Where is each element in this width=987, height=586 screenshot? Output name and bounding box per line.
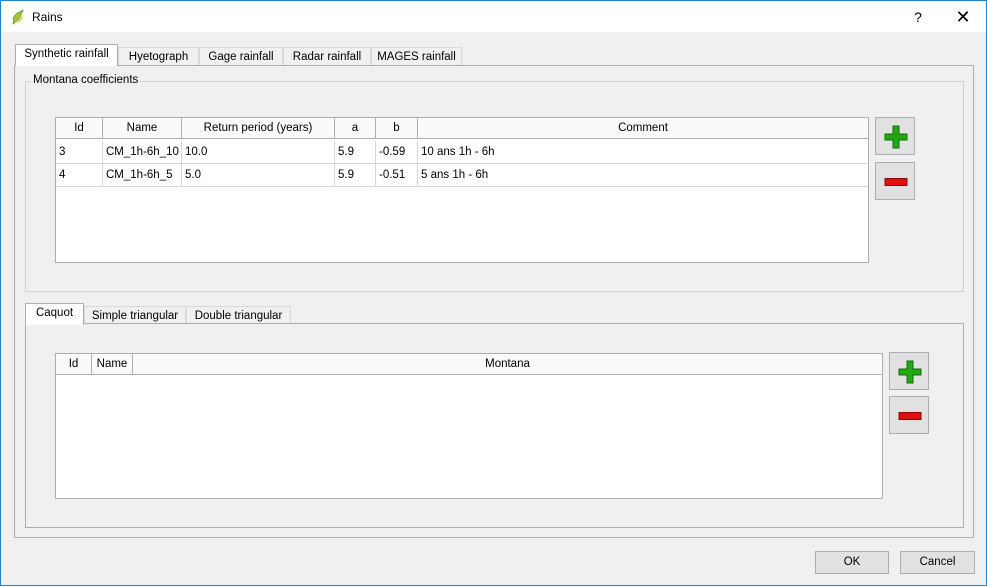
cell-return-period[interactable]: 10.0 [182,141,335,164]
window-title: Rains [32,10,63,24]
tab-radar-rainfall[interactable]: Radar rainfall [283,47,371,66]
column-header-comment[interactable]: Comment [418,118,868,139]
montana-table[interactable]: Id Name Return period (years) a b Commen… [55,117,869,263]
column-header-id[interactable]: Id [56,354,92,375]
cell-b[interactable]: -0.51 [376,164,418,187]
add-montana-button[interactable] [875,117,915,155]
cell-a[interactable]: 5.9 [335,164,376,187]
tab-synthetic-rainfall[interactable]: Synthetic rainfall [15,44,118,66]
cell-id[interactable]: 3 [56,141,103,164]
tab-caquot[interactable]: Caquot [25,303,84,325]
cell-return-period[interactable]: 5.0 [182,164,335,187]
minus-icon [898,412,922,420]
minus-icon [884,178,908,186]
montana-group-title: Montana coefficients [31,74,141,86]
column-header-b[interactable]: b [376,118,418,139]
title-bar: Rains ? ✕ [1,1,986,32]
column-header-name[interactable]: Name [92,354,133,375]
tab-hyetograph[interactable]: Hyetograph [118,47,199,66]
caquot-table[interactable]: Id Name Montana [55,353,883,499]
cell-comment[interactable]: 5 ans 1h - 6h [418,164,868,187]
cell-name[interactable]: CM_1h-6h_10 [103,141,182,164]
close-button[interactable]: ✕ [949,6,977,28]
column-header-return-period[interactable]: Return period (years) [182,118,335,139]
tab-gage-rainfall[interactable]: Gage rainfall [199,47,283,66]
table-row[interactable]: 4 CM_1h-6h_5 5.0 5.9 -0.51 5 ans 1h - 6h [56,164,868,187]
column-header-a[interactable]: a [335,118,376,139]
table-row[interactable]: 3 CM_1h-6h_10 10.0 5.9 -0.59 10 ans 1h -… [56,141,868,164]
cell-a[interactable]: 5.9 [335,141,376,164]
qgis-leaf-icon [12,9,24,25]
ok-button[interactable]: OK [815,551,889,574]
cell-name[interactable]: CM_1h-6h_5 [103,164,182,187]
remove-montana-button[interactable] [875,162,915,200]
column-header-name[interactable]: Name [103,118,182,139]
cancel-button[interactable]: Cancel [900,551,975,574]
tab-mages-rainfall[interactable]: MAGES rainfall [371,47,462,66]
plus-icon [898,360,922,384]
column-header-montana[interactable]: Montana [133,354,882,375]
cell-id[interactable]: 4 [56,164,103,187]
rains-dialog: Rains ? ✕ Synthetic rainfall Hyetograph … [0,0,987,586]
cell-b[interactable]: -0.59 [376,141,418,164]
add-caquot-button[interactable] [889,352,929,390]
remove-caquot-button[interactable] [889,396,929,434]
cell-comment[interactable]: 10 ans 1h - 6h [418,141,868,164]
help-button[interactable]: ? [905,6,931,28]
plus-icon [884,125,908,149]
column-header-id[interactable]: Id [56,118,103,139]
